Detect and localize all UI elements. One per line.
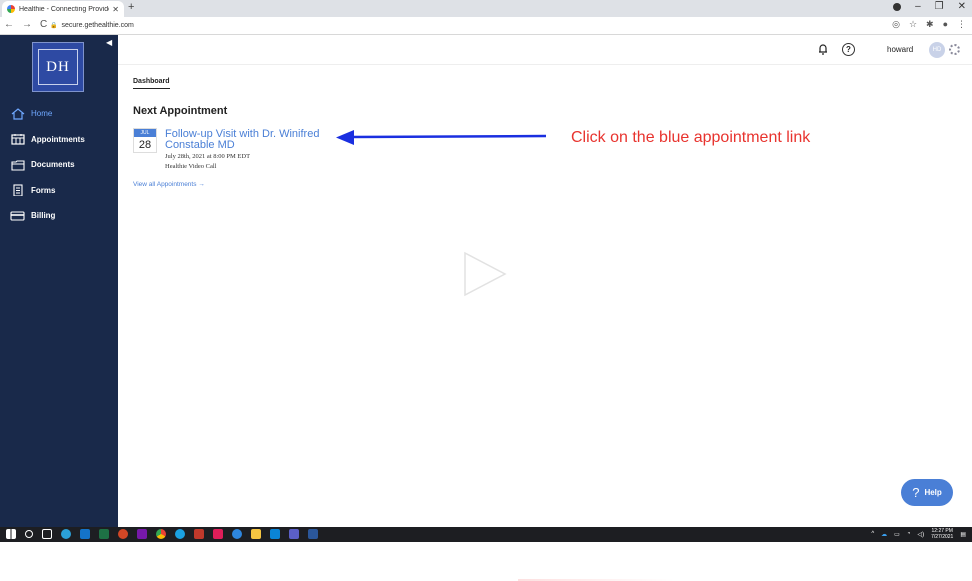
sidebar-item-forms[interactable]: Forms: [10, 178, 85, 204]
credit-card-icon: [10, 210, 26, 222]
minimize-icon[interactable]: –: [915, 1, 921, 12]
appointment-location: Healthie Video Call: [165, 163, 217, 170]
tab-close-icon[interactable]: ✕: [112, 5, 119, 14]
onedrive-icon[interactable]: ☁: [881, 531, 887, 538]
play-icon[interactable]: [461, 251, 507, 297]
maps-icon[interactable]: [232, 529, 242, 539]
nav-buttons: ← → C: [4, 19, 47, 30]
sidebar-item-label: Billing: [31, 211, 56, 221]
sidebar-item-label: Documents: [31, 160, 75, 170]
onenote-icon[interactable]: [137, 529, 147, 539]
windows-start-icon[interactable]: [6, 529, 16, 539]
profile-icon[interactable]: ●: [943, 19, 948, 30]
bell-icon[interactable]: [818, 43, 828, 58]
sidebar: DH ◀ Home Appointments Documents Forms B…: [0, 35, 118, 527]
notifications-icon[interactable]: ▤: [960, 531, 966, 538]
chrome-favicon-icon: [7, 5, 15, 13]
file-explorer-icon[interactable]: [251, 529, 261, 539]
clock[interactable]: 12:27 PM 7/27/2021: [931, 528, 953, 540]
avatar[interactable]: HD: [929, 42, 945, 58]
indesign-icon[interactable]: [213, 529, 223, 539]
excel-icon[interactable]: [99, 529, 109, 539]
windows-taskbar: ^ ☁ ▭ ◔ ◁) 12:27 PM 7/27/2021 ▤: [0, 527, 972, 542]
chrome-icon[interactable]: [156, 529, 166, 539]
clipboard-icon: [10, 184, 26, 197]
back-icon[interactable]: ←: [4, 19, 14, 30]
help-button[interactable]: ? Help: [901, 479, 953, 506]
collapse-sidebar-icon[interactable]: ◀: [106, 38, 112, 47]
forward-icon[interactable]: →: [22, 19, 32, 30]
network-icon[interactable]: ▭: [894, 531, 900, 538]
powerpoint-icon[interactable]: [118, 529, 128, 539]
annotation-arrow-icon: [336, 130, 547, 145]
sidebar-item-documents[interactable]: Documents: [10, 152, 85, 178]
browser-toolbar-icons: ◎ ☆ ✱ ● ⋮: [892, 19, 966, 30]
sidebar-item-home[interactable]: Home: [10, 101, 85, 127]
outlook-icon[interactable]: [80, 529, 90, 539]
clock-date: 7/27/2021: [931, 534, 954, 540]
sidebar-item-billing[interactable]: Billing: [10, 203, 85, 229]
section-title: Next Appointment: [133, 105, 228, 117]
logo-text: DH: [38, 49, 78, 85]
folder-icon: [10, 159, 26, 171]
store-icon[interactable]: [270, 529, 280, 539]
appointment-link[interactable]: Follow-up Visit with Dr. Winifred Consta…: [165, 129, 345, 151]
appointment-datetime: July 28th, 2021 at 8:00 PM EDT: [165, 153, 251, 160]
volume-icon[interactable]: ◁): [917, 531, 924, 538]
date-day: 28: [138, 139, 152, 151]
word-icon[interactable]: [308, 529, 318, 539]
view-all-appointments-link[interactable]: View all Appointments →: [133, 181, 205, 188]
extensions-icon[interactable]: ✱: [926, 19, 934, 30]
sidebar-item-appointments[interactable]: Appointments: [10, 127, 85, 153]
star-icon[interactable]: ☆: [909, 19, 917, 30]
new-tab-button[interactable]: +: [128, 1, 134, 13]
date-badge: JUL 28: [133, 128, 157, 153]
search-icon[interactable]: [25, 530, 33, 538]
help-circle-icon[interactable]: ?: [842, 43, 855, 56]
hide-icon[interactable]: ◎: [892, 19, 900, 30]
window-controls: – ❐ ✕: [893, 1, 966, 12]
taskbar-apps: [6, 529, 318, 539]
home-icon: [10, 107, 26, 120]
task-view-icon[interactable]: [42, 529, 52, 539]
maximize-icon[interactable]: ❐: [935, 1, 944, 12]
tab-title: Healthie - Connecting Providers: [19, 5, 110, 13]
address-bar: ← → C 🔒 secure.gethealthie.com ◎ ☆ ✱ ● ⋮: [0, 17, 972, 35]
internet-explorer-icon[interactable]: [175, 529, 185, 539]
browser-tabstrip: Healthie - Connecting Providers ✕ + – ❐ …: [0, 0, 972, 17]
sidebar-item-label: Appointments: [31, 134, 85, 144]
lock-icon: 🔒: [50, 23, 58, 29]
system-tray: ^ ☁ ▭ ◔ ◁) 12:27 PM 7/27/2021 ▤: [871, 528, 966, 540]
record-icon[interactable]: [893, 2, 902, 11]
sidebar-item-label: Home: [31, 109, 53, 119]
help-button-label: Help: [924, 488, 942, 497]
close-window-icon[interactable]: ✕: [958, 1, 966, 12]
username[interactable]: howard: [887, 45, 913, 54]
annotation-text: Click on the blue appointment link: [571, 129, 811, 146]
logo[interactable]: DH: [32, 42, 84, 92]
date-month: JUL: [134, 129, 156, 137]
menu-dots-icon[interactable]: ⋮: [957, 19, 966, 30]
url-field[interactable]: 🔒 secure.gethealthie.com: [50, 19, 880, 32]
url-text: secure.gethealthie.com: [61, 22, 134, 29]
sidebar-item-label: Forms: [31, 185, 56, 195]
calendar-icon: [10, 133, 26, 145]
browser-tab[interactable]: Healthie - Connecting Providers ✕: [2, 1, 124, 17]
breadcrumb[interactable]: Dashboard: [133, 78, 170, 89]
chevron-up-icon[interactable]: ^: [871, 531, 874, 537]
teams-icon[interactable]: [289, 529, 299, 539]
top-header: ? howard HD: [118, 35, 972, 65]
help-question-icon: ?: [912, 485, 920, 500]
wifi-icon[interactable]: ◔: [907, 531, 911, 537]
security-app-icon[interactable]: [194, 529, 204, 539]
gear-icon[interactable]: [949, 44, 960, 55]
edge-icon[interactable]: [61, 529, 71, 539]
reload-icon[interactable]: C: [40, 19, 47, 30]
sidebar-menu: Home Appointments Documents Forms Billin…: [10, 101, 85, 229]
